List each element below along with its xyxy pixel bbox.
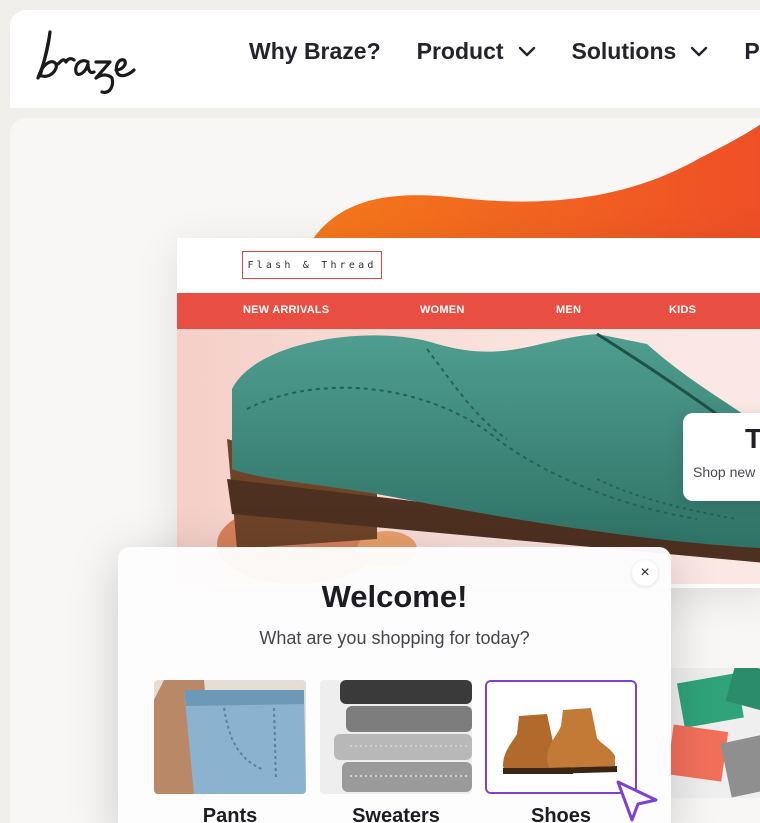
nav-solutions[interactable]: Solutions — [572, 38, 709, 65]
site-nav-kids[interactable]: KIDS — [669, 304, 696, 316]
hero-shoe-image — [177, 329, 760, 584]
nav-partial-item[interactable]: P — [744, 38, 759, 65]
option-pants-image[interactable] — [154, 680, 306, 794]
nav-why-braze[interactable]: Why Braze? — [249, 38, 381, 65]
nav-partial-label: P — [744, 38, 760, 64]
main-nav: Why Braze? Product Solutions P — [249, 38, 760, 65]
option-sweaters-image[interactable] — [320, 680, 472, 794]
chevron-down-icon — [691, 46, 708, 56]
braze-logo[interactable]: braze — [30, 24, 150, 96]
welcome-modal: × Welcome! What are you shopping for tod… — [118, 547, 671, 823]
promo-subtitle: Shop new — [693, 464, 756, 480]
site-header: braze Why Braze? Product Solutions P — [10, 10, 760, 108]
modal-title: Welcome! — [321, 579, 468, 614]
nav-why-braze-label: Why Braze? — [249, 38, 381, 64]
cursor-pointer-icon — [616, 780, 658, 822]
flash-thread-logo: Flash & Thread — [242, 251, 382, 279]
chevron-down-icon — [518, 46, 535, 56]
option-shoes-image[interactable] — [485, 680, 637, 794]
nav-solutions-label: Solutions — [571, 38, 677, 64]
site-nav-new-arrivals[interactable]: NEW ARRIVALS — [243, 304, 329, 316]
promo-card[interactable]: T Shop new — [683, 413, 760, 501]
folded-clothes-image — [670, 668, 760, 798]
ecommerce-site-preview: Flash & Thread NEW ARRIVALS WOMEN MEN KI… — [177, 238, 760, 588]
nav-product[interactable]: Product — [417, 38, 536, 65]
modal-subtitle: What are you shopping for today? — [259, 628, 530, 648]
site-nav-bar: NEW ARRIVALS WOMEN MEN KIDS — [177, 293, 760, 329]
option-sweaters-label[interactable]: Sweaters — [320, 805, 472, 823]
green-shoe-illustration — [217, 332, 760, 584]
option-pants-label[interactable]: Pants — [154, 805, 306, 823]
site-nav-women[interactable]: WOMEN — [420, 304, 464, 316]
nav-product-label: Product — [416, 38, 504, 64]
site-nav-men[interactable]: MEN — [556, 304, 581, 316]
promo-title: T — [745, 423, 760, 454]
